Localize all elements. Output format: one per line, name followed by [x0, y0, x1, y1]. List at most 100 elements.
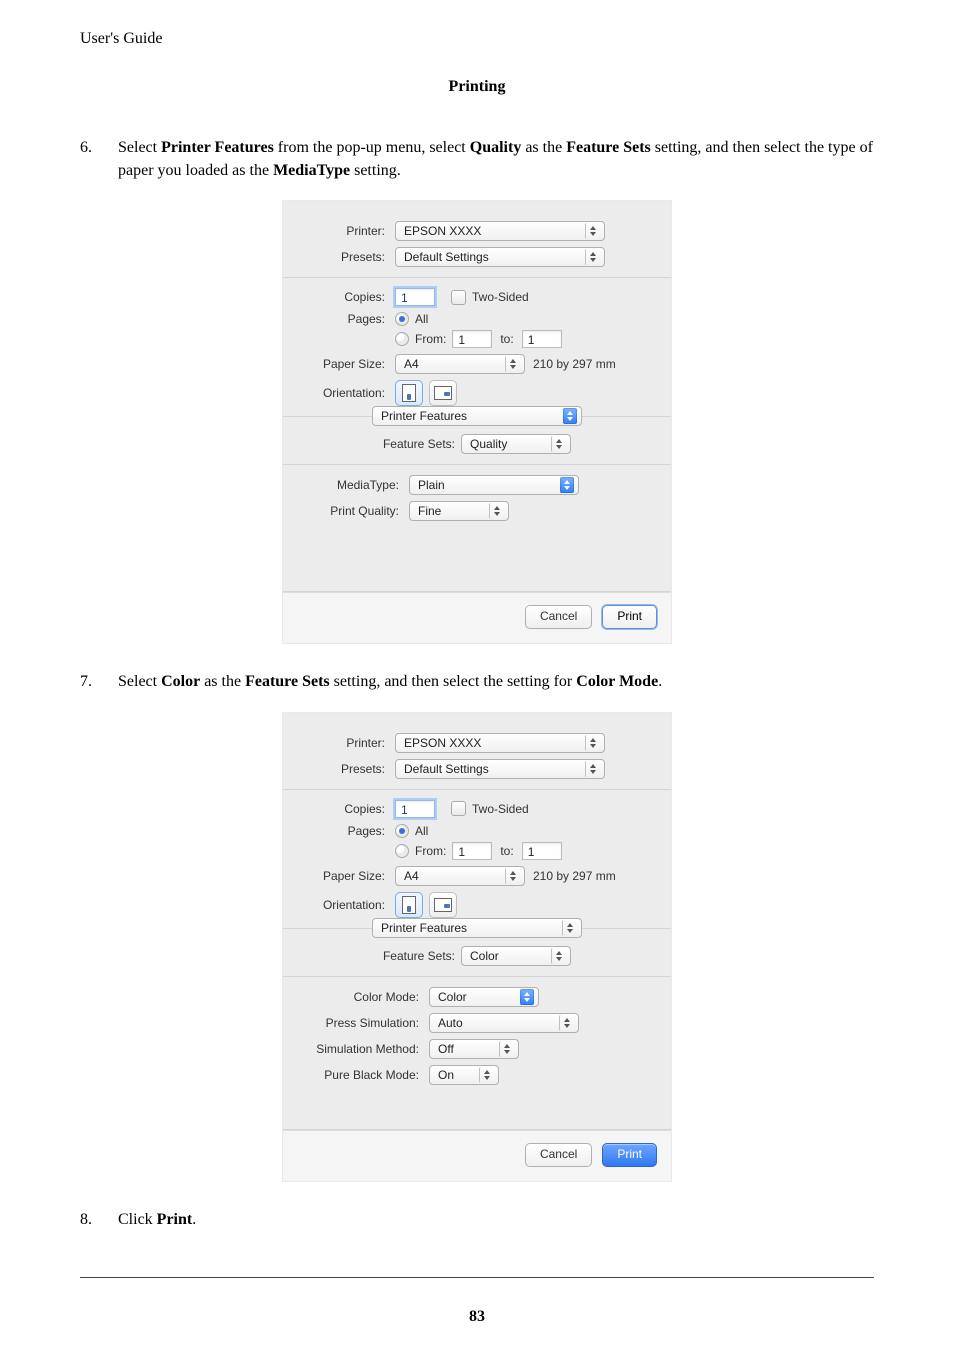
- copies-input[interactable]: 1: [395, 800, 435, 818]
- pages-label: Pages:: [299, 312, 395, 326]
- papersize-select[interactable]: A4: [395, 866, 525, 886]
- updown-icon: [499, 1041, 514, 1057]
- papersize-label: Paper Size:: [299, 357, 395, 371]
- pages-from-label: From:: [415, 332, 446, 346]
- pureblack-label: Pure Black Mode:: [299, 1068, 429, 1082]
- to-label: to:: [492, 332, 521, 346]
- printer-label: Printer:: [299, 736, 395, 750]
- pages-from-radio[interactable]: From:: [395, 844, 446, 858]
- updown-icon: [505, 356, 520, 372]
- step-6: 6. Select Printer Features from the pop-…: [80, 136, 874, 182]
- page-to-input[interactable]: 1: [522, 842, 562, 860]
- portrait-icon: [402, 896, 416, 914]
- page-to-input[interactable]: 1: [522, 330, 562, 348]
- section-select[interactable]: Printer Features: [372, 918, 582, 938]
- pureblack-select[interactable]: On: [429, 1065, 499, 1085]
- presets-label: Presets:: [299, 250, 395, 264]
- orientation-landscape[interactable]: [429, 892, 457, 918]
- orientation-portrait[interactable]: [395, 380, 423, 406]
- twosided-checkbox[interactable]: Two-Sided: [451, 290, 529, 305]
- print-button[interactable]: Print: [602, 1143, 657, 1167]
- page-from-input[interactable]: 1: [452, 330, 492, 348]
- page-number: 83: [80, 1284, 874, 1326]
- radio-icon: [395, 844, 409, 858]
- print-dialog-quality: Printer: EPSON XXXX Presets: Default Set…: [282, 200, 672, 644]
- mediatype-label: MediaType:: [299, 478, 409, 492]
- twosided-checkbox[interactable]: Two-Sided: [451, 801, 529, 816]
- orientation-label: Orientation:: [299, 386, 395, 400]
- updown-icon: [563, 408, 577, 424]
- pages-from-label: From:: [415, 844, 446, 858]
- papersize-select[interactable]: A4: [395, 354, 525, 374]
- presssim-select[interactable]: Auto: [429, 1013, 579, 1033]
- updown-icon: [489, 503, 504, 519]
- step-number: 8.: [80, 1208, 98, 1231]
- colormode-label: Color Mode:: [299, 990, 429, 1004]
- step-number: 6.: [80, 136, 98, 182]
- pages-from-radio[interactable]: From:: [395, 332, 446, 346]
- radio-icon: [395, 824, 409, 838]
- copies-input[interactable]: 1: [395, 288, 435, 306]
- updown-icon: [479, 1067, 494, 1083]
- checkbox-icon: [451, 801, 466, 816]
- orientation-landscape[interactable]: [429, 380, 457, 406]
- updown-icon: [585, 761, 600, 777]
- featuresets-label: Feature Sets:: [383, 949, 461, 963]
- orientation-label: Orientation:: [299, 898, 395, 912]
- papersize-label: Paper Size:: [299, 869, 395, 883]
- twosided-label: Two-Sided: [472, 802, 529, 816]
- presets-select[interactable]: Default Settings: [395, 759, 605, 779]
- copies-label: Copies:: [299, 802, 395, 816]
- updown-icon: [551, 948, 566, 964]
- featuresets-select[interactable]: Quality: [461, 434, 571, 454]
- pages-all-label: All: [415, 824, 428, 838]
- orientation-portrait[interactable]: [395, 892, 423, 918]
- printer-label: Printer:: [299, 224, 395, 238]
- to-label: to:: [492, 844, 521, 858]
- pages-all-radio[interactable]: All: [395, 824, 428, 838]
- step-text: Click Print.: [118, 1208, 196, 1231]
- step-8: 8. Click Print.: [80, 1208, 874, 1231]
- updown-icon: [585, 223, 600, 239]
- updown-icon: [505, 868, 520, 884]
- twosided-label: Two-Sided: [472, 290, 529, 304]
- printer-select[interactable]: EPSON XXXX: [395, 733, 605, 753]
- step-number: 7.: [80, 670, 98, 693]
- paper-dimensions: 210 by 297 mm: [525, 357, 616, 371]
- guide-link[interactable]: User's Guide: [80, 30, 162, 47]
- section-title: Printing: [80, 78, 874, 96]
- printquality-select[interactable]: Fine: [409, 501, 509, 521]
- printer-select[interactable]: EPSON XXXX: [395, 221, 605, 241]
- presets-select[interactable]: Default Settings: [395, 247, 605, 267]
- presets-label: Presets:: [299, 762, 395, 776]
- step-7: 7. Select Color as the Feature Sets sett…: [80, 670, 874, 693]
- portrait-icon: [402, 384, 416, 402]
- featuresets-select[interactable]: Color: [461, 946, 571, 966]
- featuresets-label: Feature Sets:: [383, 437, 461, 451]
- printquality-label: Print Quality:: [299, 504, 409, 518]
- section-select[interactable]: Printer Features: [372, 406, 582, 426]
- page-from-input[interactable]: 1: [452, 842, 492, 860]
- simmethod-select[interactable]: Off: [429, 1039, 519, 1059]
- updown-icon: [585, 249, 600, 265]
- mediatype-select[interactable]: Plain: [409, 475, 579, 495]
- radio-icon: [395, 332, 409, 346]
- updown-icon: [559, 1015, 574, 1031]
- pages-all-radio[interactable]: All: [395, 312, 428, 326]
- cancel-button[interactable]: Cancel: [525, 605, 592, 629]
- updown-icon: [560, 477, 574, 493]
- print-dialog-color: Printer: EPSON XXXX Presets: Default Set…: [282, 712, 672, 1182]
- pages-all-label: All: [415, 312, 428, 326]
- checkbox-icon: [451, 290, 466, 305]
- landscape-icon: [434, 898, 452, 912]
- updown-icon: [562, 920, 577, 936]
- paper-dimensions: 210 by 297 mm: [525, 869, 616, 883]
- cancel-button[interactable]: Cancel: [525, 1143, 592, 1167]
- copies-label: Copies:: [299, 290, 395, 304]
- step-text: Select Printer Features from the pop-up …: [118, 136, 874, 182]
- simmethod-label: Simulation Method:: [299, 1042, 429, 1056]
- updown-icon: [585, 735, 600, 751]
- print-button[interactable]: Print: [602, 605, 657, 629]
- colormode-select[interactable]: Color: [429, 987, 539, 1007]
- updown-icon: [551, 436, 566, 452]
